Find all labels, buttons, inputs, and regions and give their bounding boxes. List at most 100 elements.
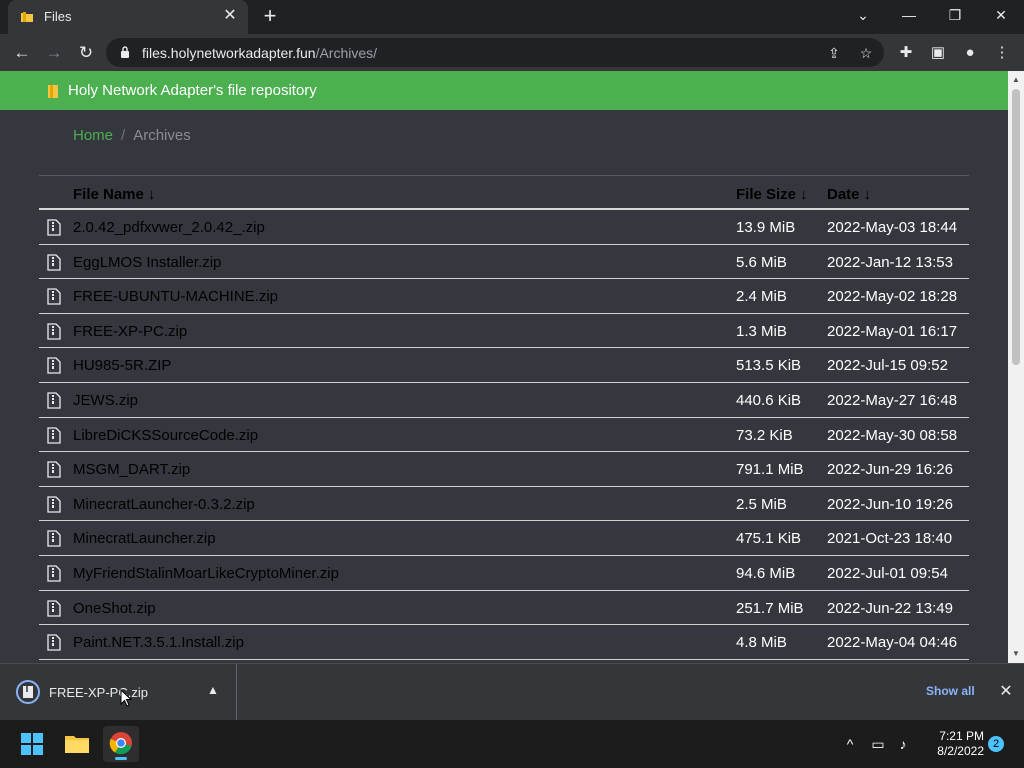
zip-file-icon <box>47 599 61 617</box>
volume-icon[interactable]: ♪ <box>893 734 913 754</box>
file-name-link[interactable]: 2.0.42_pdfxvwer_2.0.42_.zip <box>73 219 265 236</box>
file-date: 2022-May-27 16:48 <box>827 391 958 409</box>
star-icon[interactable]: ☆ <box>856 43 876 63</box>
network-icon[interactable]: ▭ <box>868 734 888 754</box>
file-size: 13.9 MiB <box>736 219 796 236</box>
scroll-down-arrow-icon[interactable]: ▼ <box>1012 649 1020 658</box>
file-size: 440.6 KiB <box>736 391 802 409</box>
table-row[interactable]: MyFriendStalinMoarLikeCryptoMiner.zip 94.… <box>39 556 969 591</box>
file-size: 73.2 KiB <box>736 426 793 444</box>
show-all-link[interactable]: Show all <box>926 684 975 698</box>
download-item[interactable]: FREE-XP-PC.zip ▲ <box>0 664 237 720</box>
scroll-up-arrow-icon[interactable]: ▲ <box>1012 75 1020 84</box>
system-clock[interactable]: 7:21 PM 8/2/2022 <box>920 729 984 759</box>
file-name-link[interactable]: MinecratLauncher.zip <box>73 530 216 547</box>
restore-button[interactable]: ❐ <box>932 0 978 30</box>
file-size: 475.1 KiB <box>736 530 802 548</box>
table-body: 2.0.42_pdfxvwer_2.0.42_.zip 13.9 MiB 2022-… <box>39 210 969 660</box>
file-date: 2022-Jun-22 13:49 <box>827 599 953 617</box>
breadcrumb-separator: / <box>121 127 126 144</box>
chrome-icon[interactable] <box>103 726 139 762</box>
download-shelf: FREE-XP-PC.zip ▲ Show all ✕ <box>0 663 1024 720</box>
zip-file-icon <box>47 392 61 409</box>
back-arrow-icon[interactable]: ← <box>9 40 35 66</box>
breadcrumb: Home / Archives <box>73 127 191 144</box>
table-row[interactable]: FREE-UBUNTU-MACHINE.zip 2.4 MiB 2022-May-0… <box>39 279 969 314</box>
file-name-link[interactable]: MSGM_DART.zip <box>73 461 190 478</box>
kebab-menu-icon[interactable]: ⋮ <box>990 41 1014 65</box>
tab-search-chevron-icon[interactable]: ⌄ <box>840 0 886 30</box>
side-panel-icon[interactable]: ▣ <box>926 41 950 65</box>
file-size: 513.5 KiB <box>736 357 802 375</box>
table-row[interactable]: 2.0.42_pdfxvwer_2.0.42_.zip 13.9 MiB 2022-… <box>39 210 969 245</box>
tab-strip: Files ✕ + ⌄ — ❐ ✕ <box>0 0 1024 34</box>
file-name-link[interactable]: JEWS.zip <box>73 392 138 409</box>
file-name-link[interactable]: Paint.NET.3.5.1.Install.zip <box>73 634 244 651</box>
file-date: 2022-May-30 08:58 <box>827 426 958 444</box>
address-bar[interactable]: files.holynetworkadapter.fun/Archives/ ⇪… <box>106 38 884 67</box>
windows-start-icon[interactable] <box>14 726 50 762</box>
active-app-indicator <box>115 757 127 760</box>
table-row[interactable]: OneShot.zip 251.7 MiB 2022-Jun-22 13:49 <box>39 591 969 626</box>
table-header: File Name ↓ File Size ↓ Date ↓ <box>39 175 969 210</box>
zip-file-icon <box>47 565 61 582</box>
column-header-name[interactable]: File Name ↓ <box>73 186 155 203</box>
zip-file-icon <box>47 323 61 340</box>
file-size: 2.5 MiB <box>736 495 787 513</box>
tab-title: Files <box>44 9 72 24</box>
table-row[interactable]: MinecratLauncher.zip 475.1 KiB 2021-Oct-23… <box>39 521 969 556</box>
notification-badge[interactable]: 2 <box>988 736 1004 752</box>
file-name-link[interactable]: LibreDiCKSSourceCode.zip <box>73 427 258 444</box>
folder-icon <box>21 12 33 22</box>
table-row[interactable]: FREE-XP-PC.zip 1.3 MiB 2022-May-01 16:17 <box>39 314 969 349</box>
column-header-size[interactable]: File Size ↓ <box>736 186 808 203</box>
file-date: 2022-Jan-12 13:53 <box>827 253 953 271</box>
zip-file-icon <box>16 680 40 704</box>
extensions-icon[interactable]: ✚ <box>894 41 918 65</box>
sort-arrow-icon: ↓ <box>863 186 872 203</box>
close-download-shelf-icon[interactable]: ✕ <box>996 682 1016 702</box>
close-window-button[interactable]: ✕ <box>978 0 1024 30</box>
zip-file-icon <box>47 496 61 513</box>
lock-icon <box>121 46 129 58</box>
table-row[interactable]: JEWS.zip 440.6 KiB 2022-May-27 16:48 <box>39 383 969 418</box>
zip-file-icon <box>47 357 61 375</box>
table-row[interactable]: MinecratLauncher-0.3.2.zip 2.5 MiB 2022-Ju… <box>39 487 969 522</box>
table-row[interactable]: EggLMOS Installer.zip 5.6 MiB 2022-Jan-12 … <box>39 245 969 280</box>
new-tab-button[interactable]: + <box>258 4 282 28</box>
file-name-link[interactable]: HU985-5R.ZIP <box>73 357 171 374</box>
chevron-up-icon[interactable]: ^ <box>840 734 860 754</box>
breadcrumb-home-link[interactable]: Home <box>73 127 113 144</box>
file-date: 2022-May-01 16:17 <box>827 322 958 340</box>
file-date: 2022-Jul-01 09:54 <box>827 564 948 582</box>
file-name-link[interactable]: MyFriendStalinMoarLikeCryptoMiner.zip <box>73 565 339 582</box>
close-tab-icon[interactable]: ✕ <box>220 6 240 26</box>
file-date: 2022-May-03 18:44 <box>827 219 958 236</box>
chevron-up-icon[interactable]: ▲ <box>205 683 221 699</box>
share-icon[interactable]: ⇪ <box>824 43 844 63</box>
file-size: 94.6 MiB <box>736 564 796 582</box>
file-explorer-icon[interactable] <box>59 726 95 762</box>
file-name-link[interactable]: FREE-UBUNTU-MACHINE.zip <box>73 288 278 305</box>
minimize-button[interactable]: — <box>886 0 932 30</box>
file-name-link[interactable]: FREE-XP-PC.zip <box>73 323 187 340</box>
table-row[interactable]: LibreDiCKSSourceCode.zip 73.2 KiB 2022-May… <box>39 418 969 453</box>
file-size: 4.8 MiB <box>736 634 787 652</box>
forward-arrow-icon[interactable]: → <box>41 40 67 66</box>
zip-file-icon <box>47 288 61 305</box>
table-row[interactable]: MSGM_DART.zip 791.1 MiB 2022-Jun-29 16:26 <box>39 452 969 487</box>
scrollbar-thumb[interactable] <box>1012 89 1020 365</box>
table-row[interactable]: HU985-5R.ZIP 513.5 KiB 2022-Jul-15 09:52 <box>39 348 969 383</box>
browser-tab[interactable]: Files ✕ <box>8 0 248 34</box>
file-name-link[interactable]: MinecratLauncher-0.3.2.zip <box>73 496 255 513</box>
profile-icon[interactable]: ● <box>958 41 982 65</box>
zip-file-icon <box>47 253 61 271</box>
column-header-date[interactable]: Date ↓ <box>827 186 871 203</box>
file-name-link[interactable]: EggLMOS Installer.zip <box>73 254 221 271</box>
reload-icon[interactable]: ↻ <box>73 40 99 66</box>
file-size: 5.6 MiB <box>736 253 787 271</box>
vertical-scrollbar[interactable]: ▲ ▼ <box>1008 71 1024 663</box>
file-name-link[interactable]: OneShot.zip <box>73 600 156 617</box>
table-row[interactable]: Paint.NET.3.5.1.Install.zip 4.8 MiB 2022-M… <box>39 625 969 660</box>
file-date: 2022-May-02 18:28 <box>827 288 958 306</box>
